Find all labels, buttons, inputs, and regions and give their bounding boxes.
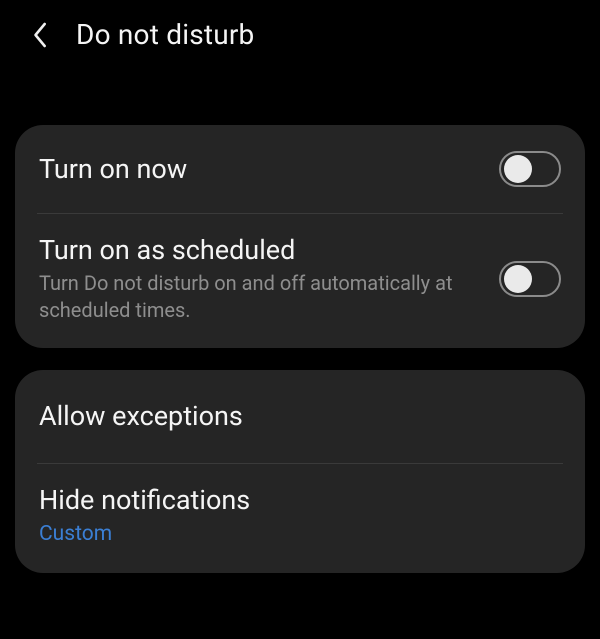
header: Do not disturb — [0, 0, 600, 69]
row-allow-exceptions[interactable]: Allow exceptions — [15, 370, 585, 462]
row-main: Turn on as scheduled Turn Do not disturb… — [39, 234, 487, 324]
turn-on-scheduled-label: Turn on as scheduled — [39, 234, 487, 266]
row-main: Turn on now — [39, 153, 487, 185]
card-options: Allow exceptions Hide notifications Cust… — [15, 370, 585, 572]
row-turn-on-scheduled[interactable]: Turn on as scheduled Turn Do not disturb… — [15, 214, 585, 348]
hide-notifications-label: Hide notifications — [39, 484, 561, 516]
allow-exceptions-label: Allow exceptions — [39, 400, 561, 432]
row-turn-on-now[interactable]: Turn on now — [15, 125, 585, 213]
toggle-knob — [504, 265, 532, 293]
row-hide-notifications[interactable]: Hide notifications Custom — [15, 464, 585, 573]
card-schedule: Turn on now Turn on as scheduled Turn Do… — [15, 125, 585, 348]
turn-on-now-toggle[interactable] — [499, 151, 561, 187]
row-main: Allow exceptions — [39, 400, 561, 432]
turn-on-now-label: Turn on now — [39, 153, 487, 185]
hide-notifications-sub: Custom — [39, 520, 561, 548]
toggle-knob — [504, 155, 532, 183]
turn-on-scheduled-sub: Turn Do not disturb on and off automatic… — [39, 270, 487, 324]
turn-on-scheduled-toggle[interactable] — [499, 261, 561, 297]
back-icon[interactable] — [30, 20, 52, 50]
row-main: Hide notifications Custom — [39, 484, 561, 549]
do-not-disturb-screen: Do not disturb Turn on now Turn on as sc… — [0, 0, 600, 639]
page-title: Do not disturb — [76, 18, 254, 51]
